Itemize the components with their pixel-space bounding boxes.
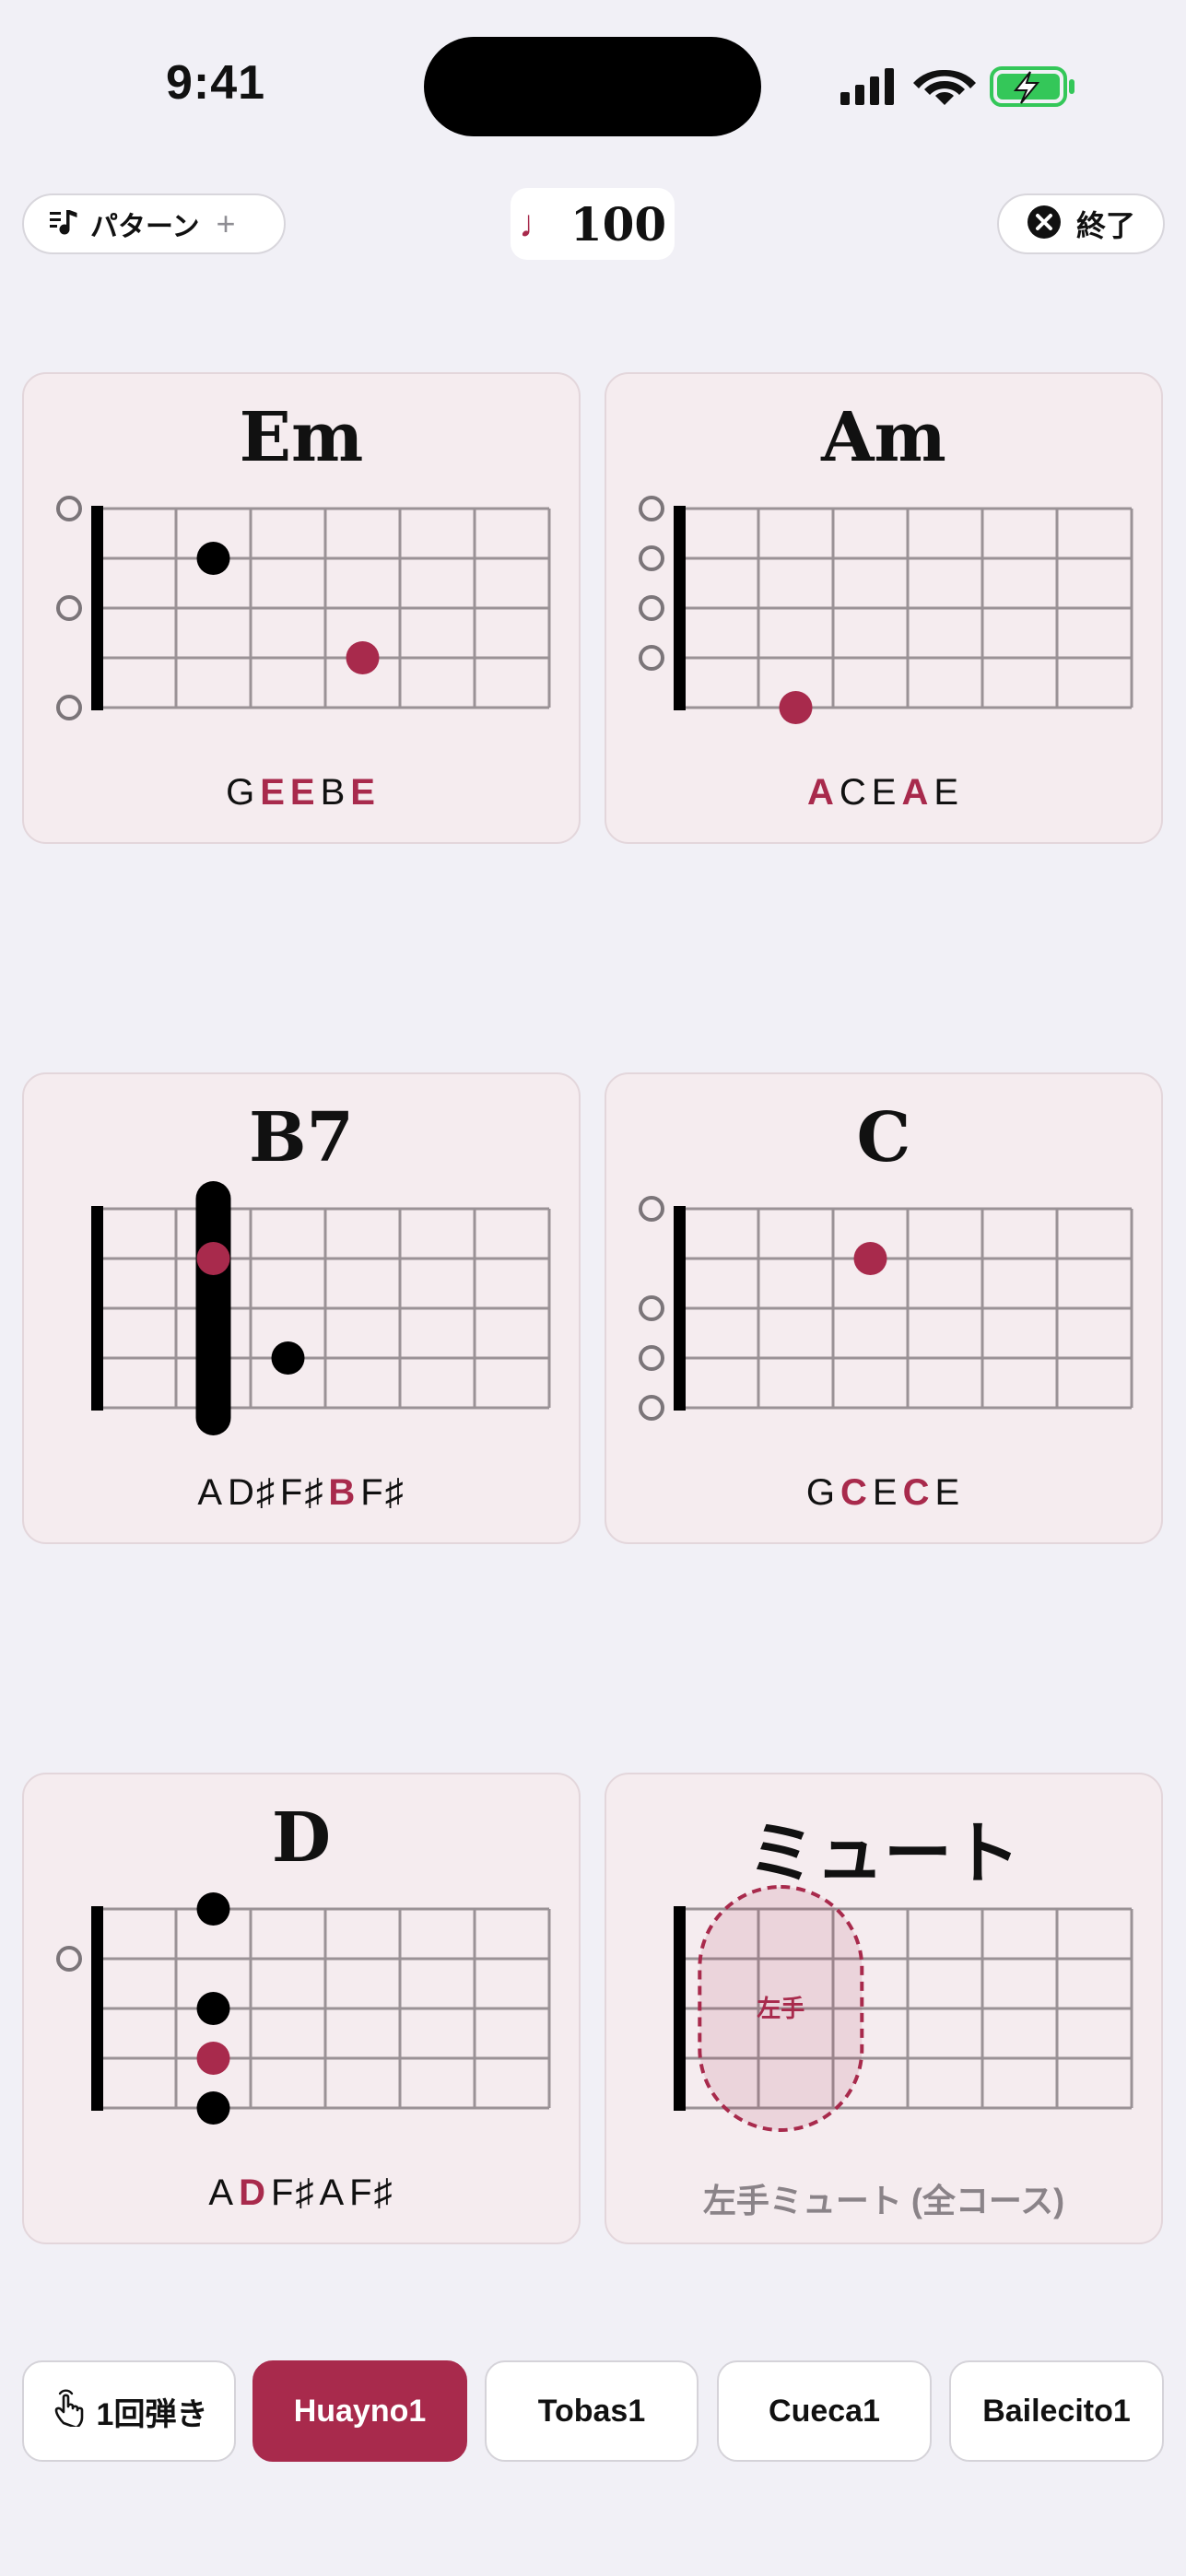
- close-icon: [1027, 205, 1062, 244]
- open-string-marker: [56, 496, 82, 521]
- open-string-marker: [639, 496, 664, 521]
- pattern-tobas1-button[interactable]: Tobas1: [485, 2360, 699, 2462]
- barre: [195, 1181, 231, 1435]
- single-strum-button[interactable]: 1回弾き: [22, 2360, 236, 2462]
- root-finger-dot: [196, 1242, 230, 1275]
- root-note: A: [901, 772, 931, 813]
- nut: [674, 1906, 686, 2111]
- open-string-marker: [639, 545, 664, 571]
- chord-notes: A D F♯ A F♯: [24, 2172, 579, 2214]
- pattern-label: パターン: [90, 212, 200, 242]
- tempo-value: 100: [570, 196, 667, 252]
- pattern-cueca1-button[interactable]: Cueca1: [717, 2360, 932, 2462]
- open-string-marker: [639, 1196, 664, 1222]
- add-icon: +: [216, 205, 236, 242]
- status-time: 9:41: [166, 56, 266, 110]
- end-label: 終了: [1076, 209, 1136, 242]
- root-finger-dot: [853, 1242, 887, 1275]
- chord-notes: GCECE: [606, 1472, 1161, 1514]
- finger-dot: [196, 1892, 230, 1926]
- chord-diagram: [639, 1196, 1133, 1421]
- note: E: [934, 772, 961, 813]
- pattern-bailecito1-button[interactable]: Bailecito1: [949, 2360, 1164, 2462]
- end-button[interactable]: 終了: [997, 193, 1165, 254]
- note: C: [839, 772, 868, 813]
- note: G: [805, 1472, 837, 1513]
- cellular-signal-icon: [840, 68, 894, 105]
- mute-diagram: 左手: [674, 1885, 1133, 2132]
- tap-hand-icon: [51, 2388, 88, 2435]
- chord-card-d[interactable]: D A D F♯ A F♯: [22, 1773, 581, 2244]
- chord-card-em[interactable]: Em GEEBE: [22, 372, 581, 844]
- root-note: D: [239, 2172, 267, 2213]
- note: G: [226, 772, 257, 813]
- root-note: B: [328, 1472, 358, 1513]
- quarter-note-icon: ♩: [518, 202, 558, 245]
- root-note: E: [260, 772, 287, 813]
- note: A: [197, 1472, 225, 1513]
- note: F♯: [279, 1472, 325, 1513]
- mute-zone-label: 左手: [757, 1995, 804, 2022]
- finger-dot: [196, 542, 230, 575]
- open-string-marker: [639, 1345, 664, 1371]
- mute-description: 左手ミュート (全コース): [702, 2182, 1065, 2219]
- nut: [91, 506, 103, 710]
- nut: [674, 1206, 686, 1411]
- nut: [91, 1206, 103, 1411]
- open-string-marker: [56, 695, 82, 720]
- chord-card-c[interactable]: C GCECE: [605, 1072, 1163, 1544]
- note: A: [208, 2172, 236, 2213]
- dynamic-island: [424, 37, 761, 136]
- finger-dot: [271, 1341, 305, 1375]
- note: E: [871, 772, 898, 813]
- note: B: [320, 772, 347, 813]
- pattern-button[interactable]: パターン +: [22, 193, 286, 254]
- note: F♯: [271, 2172, 316, 2213]
- tempo-display[interactable]: ♩ 100: [511, 188, 675, 260]
- root-note: C: [840, 1472, 869, 1513]
- nut: [674, 506, 686, 710]
- chord-diagram: [91, 1181, 551, 1435]
- finger-dot: [196, 2091, 230, 2125]
- chord-notes: A D♯ F♯ B F♯: [24, 1472, 579, 1514]
- open-string-marker: [639, 1395, 664, 1421]
- chord-diagram: [56, 1892, 551, 2125]
- note: D♯: [228, 1472, 276, 1513]
- open-string-marker: [639, 595, 664, 621]
- chord-card-b7[interactable]: B7 A D♯ F♯ B F♯: [22, 1072, 581, 1544]
- open-string-marker: [639, 1295, 664, 1321]
- root-finger-dot: [779, 691, 813, 724]
- battery-charging-icon: [990, 66, 1074, 107]
- root-note: E: [350, 772, 377, 813]
- note: F♯: [360, 1472, 405, 1513]
- root-finger-dot: [196, 2042, 230, 2075]
- note: E: [934, 1472, 962, 1513]
- music-list-icon: [48, 206, 79, 242]
- chord-notes: ACEAE: [606, 772, 1161, 814]
- finger-dot: [196, 1992, 230, 2025]
- chord-card-am[interactable]: Am ACEAE: [605, 372, 1163, 844]
- note: A: [319, 2172, 346, 2213]
- status-icons: [840, 61, 1080, 112]
- pattern-huayno1-button[interactable]: Huayno1: [252, 2360, 467, 2462]
- wifi-icon: [913, 69, 976, 105]
- root-note: C: [902, 1472, 932, 1513]
- chord-notes: GEEBE: [24, 772, 579, 814]
- note: F♯: [349, 2172, 394, 2213]
- chord-diagram: [56, 496, 551, 720]
- mute-card[interactable]: ミュート 左手 左手ミュート (全コース): [605, 1773, 1163, 2244]
- root-finger-dot: [346, 641, 380, 674]
- note: E: [872, 1472, 899, 1513]
- open-string-marker: [56, 595, 82, 621]
- nut: [91, 1906, 103, 2111]
- open-string-marker: [639, 645, 664, 671]
- single-strum-label: 1回弾き: [96, 2396, 208, 2432]
- root-note: E: [289, 772, 317, 813]
- open-string-marker: [56, 1946, 82, 1972]
- chord-diagram: [639, 496, 1133, 724]
- root-note: A: [806, 772, 836, 813]
